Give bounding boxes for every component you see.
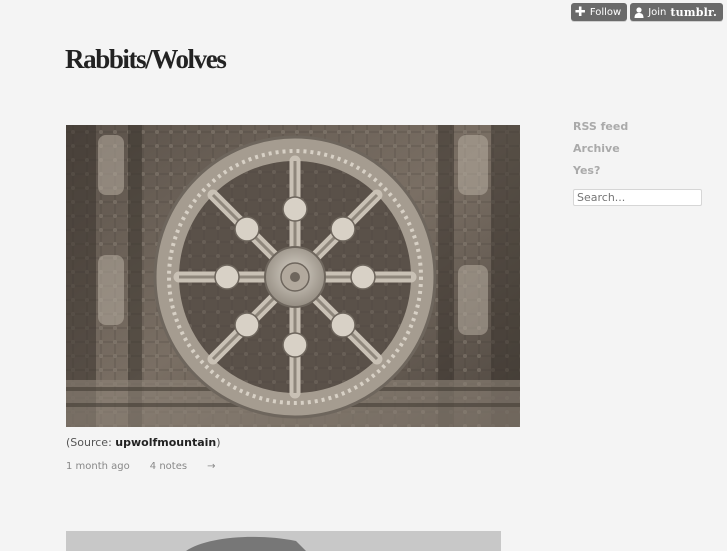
tumblr-controls: ✚ Follow Join tumblr. [570, 3, 723, 21]
follow-label: Follow [589, 6, 622, 18]
user-icon [634, 6, 644, 18]
blog-title[interactable]: Rabbits/Wolves [65, 44, 227, 75]
post-time-link[interactable]: 1 month ago [66, 461, 130, 472]
tumblr-logo: tumblr. [670, 5, 717, 19]
join-tumblr-button[interactable]: Join tumblr. [630, 3, 723, 21]
post-image[interactable] [66, 125, 520, 427]
archive-link[interactable]: Archive [573, 142, 703, 156]
source-link[interactable]: upwolfmountain [115, 436, 216, 449]
rss-feed-link[interactable]: RSS feed [573, 120, 703, 134]
search-input[interactable] [573, 189, 702, 206]
sidebar: RSS feed Archive Yes? [573, 120, 703, 206]
yes-link[interactable]: Yes? [573, 164, 703, 178]
permalink-arrow-icon[interactable]: → [207, 461, 215, 472]
source-suffix: ) [216, 436, 221, 449]
plus-icon: ✚ [574, 4, 586, 20]
follow-button[interactable]: ✚ Follow [570, 3, 628, 21]
post-meta: 1 month ago 4 notes → [66, 461, 235, 472]
source-prefix: (Source: [66, 436, 116, 449]
post-source: (Source: upwolfmountain) [66, 436, 221, 449]
post-notes-link[interactable]: 4 notes [150, 461, 187, 472]
join-label: Join [648, 6, 667, 18]
next-post-image[interactable] [66, 531, 501, 551]
